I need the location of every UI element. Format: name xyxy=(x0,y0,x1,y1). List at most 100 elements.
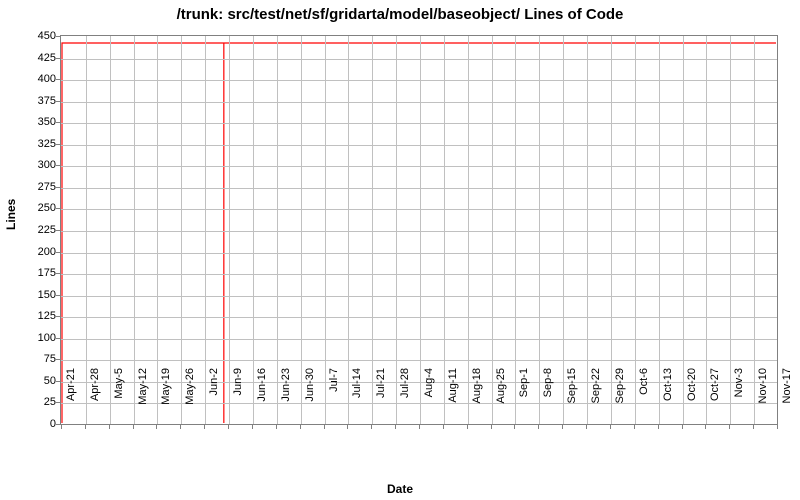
x-tick-label: 13-Oct xyxy=(662,368,674,428)
x-tick-mark xyxy=(300,425,301,429)
y-tick-mark xyxy=(56,144,60,145)
y-tick-mark xyxy=(56,381,60,382)
gridline-h xyxy=(61,253,777,254)
x-tick-mark xyxy=(228,425,229,429)
x-tick-mark xyxy=(467,425,468,429)
y-tick-mark xyxy=(56,230,60,231)
gridline-v xyxy=(301,36,302,424)
x-tick-mark xyxy=(133,425,134,429)
x-tick-label: 21-Apr xyxy=(65,368,77,428)
x-tick-label: 14-Jul xyxy=(351,368,363,428)
y-tick-mark xyxy=(56,187,60,188)
x-tick-mark xyxy=(204,425,205,429)
y-tick-label: 225 xyxy=(6,224,56,236)
x-tick-mark xyxy=(156,425,157,429)
gridline-h xyxy=(61,339,777,340)
gridline-v xyxy=(205,36,206,424)
x-tick-label: 19-May xyxy=(160,368,172,428)
gridline-v xyxy=(157,36,158,424)
gridline-h xyxy=(61,145,777,146)
gridline-v xyxy=(325,36,326,424)
y-tick-mark xyxy=(56,101,60,102)
gridline-v xyxy=(754,36,755,424)
loc-chart: /trunk: src/test/net/sf/gridarta/model/b… xyxy=(0,0,800,500)
gridline-v xyxy=(468,36,469,424)
x-tick-mark xyxy=(109,425,110,429)
y-tick-mark xyxy=(56,79,60,80)
x-tick-label: 10-Nov xyxy=(757,368,769,428)
x-axis-label: Date xyxy=(0,482,800,496)
y-tick-mark xyxy=(56,338,60,339)
x-tick-mark xyxy=(85,425,86,429)
x-tick-mark xyxy=(371,425,372,429)
y-tick-mark xyxy=(56,208,60,209)
y-tick-mark xyxy=(56,36,60,37)
y-tick-label: 325 xyxy=(6,138,56,150)
x-tick-mark xyxy=(395,425,396,429)
gridline-h xyxy=(61,80,777,81)
gridline-v xyxy=(635,36,636,424)
gridline-v xyxy=(683,36,684,424)
x-tick-label: 18-Aug xyxy=(471,368,483,428)
y-tick-mark xyxy=(56,58,60,59)
x-tick-label: 8-Sep xyxy=(542,368,554,428)
x-tick-label: 30-Jun xyxy=(304,368,316,428)
gridline-v xyxy=(444,36,445,424)
x-tick-label: 9-Jun xyxy=(232,368,244,428)
y-tick-label: 300 xyxy=(6,159,56,171)
gridline-v xyxy=(277,36,278,424)
gridline-v xyxy=(659,36,660,424)
gridline-v xyxy=(587,36,588,424)
x-tick-label: 3-Nov xyxy=(733,368,745,428)
x-tick-mark xyxy=(252,425,253,429)
x-tick-mark xyxy=(324,425,325,429)
y-tick-mark xyxy=(56,359,60,360)
x-tick-label: 1-Sep xyxy=(518,368,530,428)
series-line xyxy=(62,43,776,423)
x-tick-mark xyxy=(610,425,611,429)
x-tick-label: 21-Jul xyxy=(375,368,387,428)
x-tick-label: 5-May xyxy=(113,368,125,428)
x-tick-label: 11-Aug xyxy=(447,368,459,428)
y-tick-label: 425 xyxy=(6,52,56,64)
gridline-v xyxy=(253,36,254,424)
x-tick-mark xyxy=(586,425,587,429)
x-tick-label: 17-Nov xyxy=(781,368,793,428)
y-tick-label: 125 xyxy=(6,310,56,322)
x-tick-label: 22-Sep xyxy=(590,368,602,428)
x-tick-label: 23-Jun xyxy=(280,368,292,428)
gridline-h xyxy=(61,166,777,167)
gridline-h xyxy=(61,188,777,189)
gridline-v xyxy=(372,36,373,424)
y-tick-label: 450 xyxy=(6,30,56,42)
x-tick-label: 27-Oct xyxy=(709,368,721,428)
y-tick-label: 250 xyxy=(6,202,56,214)
gridline-h xyxy=(61,123,777,124)
gridline-v xyxy=(86,36,87,424)
gridline-h xyxy=(61,231,777,232)
y-tick-mark xyxy=(56,252,60,253)
y-tick-label: 200 xyxy=(6,246,56,258)
y-tick-label: 350 xyxy=(6,116,56,128)
gridline-v xyxy=(110,36,111,424)
x-tick-mark xyxy=(705,425,706,429)
y-tick-label: 75 xyxy=(6,353,56,365)
gridline-v xyxy=(420,36,421,424)
x-tick-label: 20-Oct xyxy=(686,368,698,428)
x-tick-mark xyxy=(562,425,563,429)
y-tick-label: 275 xyxy=(6,181,56,193)
x-tick-mark xyxy=(180,425,181,429)
x-tick-mark xyxy=(538,425,539,429)
x-tick-label: 29-Sep xyxy=(614,368,626,428)
x-tick-mark xyxy=(491,425,492,429)
x-tick-label: 25-Aug xyxy=(495,368,507,428)
gridline-h xyxy=(61,209,777,210)
x-tick-mark xyxy=(347,425,348,429)
y-tick-mark xyxy=(56,424,60,425)
y-tick-label: 25 xyxy=(6,396,56,408)
y-tick-mark xyxy=(56,402,60,403)
x-tick-label: 15-Sep xyxy=(566,368,578,428)
y-tick-mark xyxy=(56,273,60,274)
x-tick-mark xyxy=(61,425,62,429)
x-tick-mark xyxy=(514,425,515,429)
